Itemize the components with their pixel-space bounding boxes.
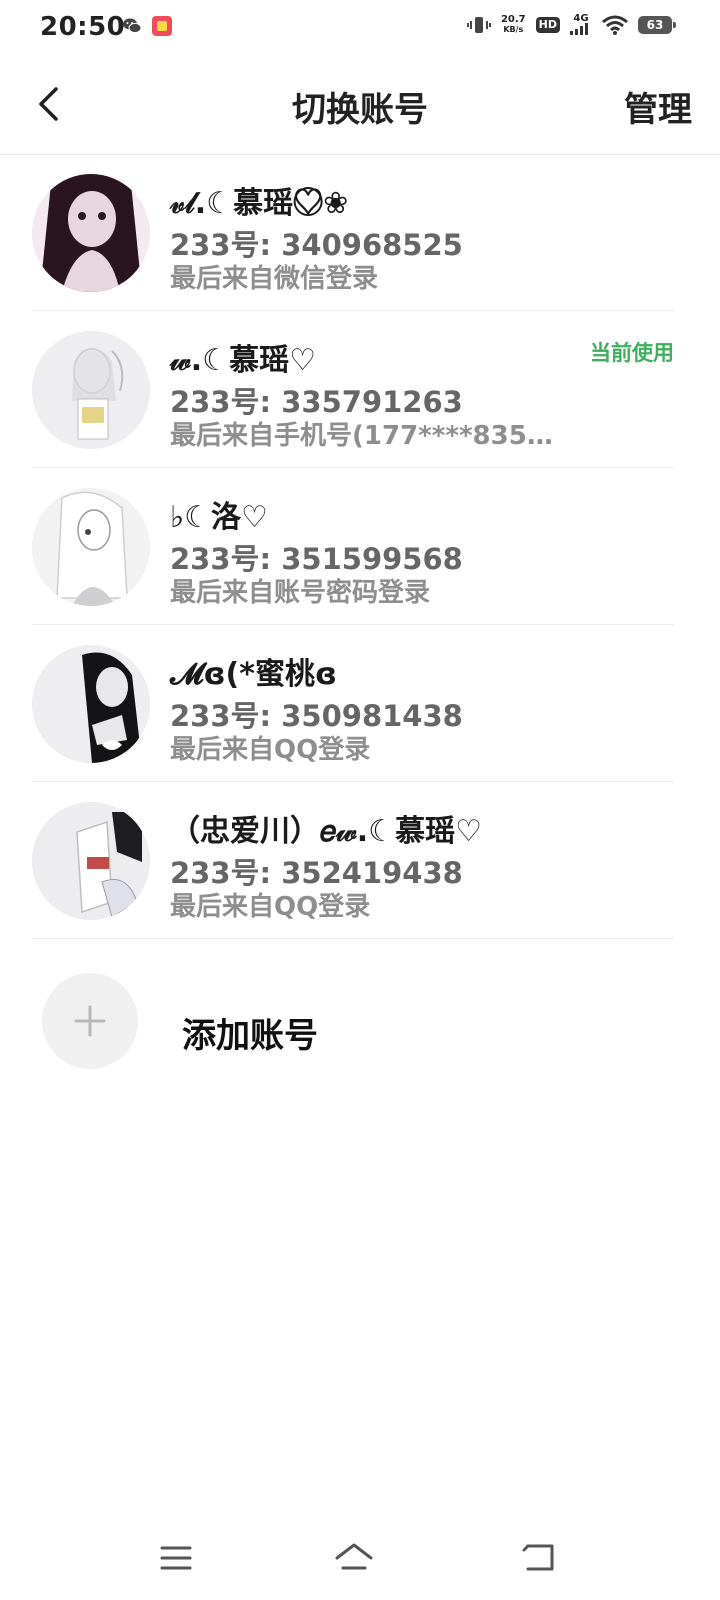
avatar — [32, 174, 150, 292]
manage-button[interactable]: 管理 — [624, 82, 692, 131]
avatar — [32, 488, 150, 606]
account-row[interactable]: （忠爱川）𝑒𝓌.☾慕瑶♡ 233号: 352419438 最后来自QQ登录 — [0, 782, 720, 939]
home-icon — [335, 1543, 373, 1570]
avatar-image — [32, 488, 150, 606]
account-last-login: 最后来自QQ登录 — [170, 892, 371, 922]
app-notification-icon — [152, 16, 172, 36]
page-title: 切换账号 — [292, 90, 428, 130]
account-name: 𝓋𝓁.☾慕瑶♡⃝❀ — [170, 186, 349, 221]
avatar-image — [32, 645, 150, 763]
system-nav-bar — [0, 1520, 720, 1600]
account-name: ♭☾洛♡ — [170, 500, 268, 535]
vibrate-icon — [466, 16, 491, 33]
add-account-label: 添加账号 — [182, 1016, 318, 1056]
divider — [32, 938, 674, 939]
account-name: （忠爱川）𝑒𝓌.☾慕瑶♡ — [170, 814, 482, 849]
current-account-badge: 当前使用 — [590, 341, 674, 365]
cell-signal: 4G — [570, 14, 592, 35]
account-row[interactable]: 𝓌.☾慕瑶♡ 233号: 335791263 最后来自手机号(177****83… — [0, 311, 720, 468]
status-notification-icons — [122, 16, 172, 36]
return-icon — [522, 1544, 554, 1571]
avatar — [32, 331, 150, 449]
network-type: 4G — [573, 13, 589, 24]
account-row[interactable]: 𝓜ɞ(*蜜桃ɞ 233号: 350981438 最后来自QQ登录 — [0, 625, 720, 782]
menu-icon — [160, 1546, 192, 1570]
avatar — [32, 645, 150, 763]
account-list: 𝓋𝓁.☾慕瑶♡⃝❀ 233号: 340968525 最后来自微信登录 𝓌.☾慕瑶… — [0, 154, 720, 939]
status-time: 20:50 — [40, 12, 126, 42]
hd-badge: HD — [535, 16, 560, 33]
plus-icon — [74, 1005, 106, 1037]
net-speed: 20.7 KB/s — [500, 13, 526, 35]
status-right-icons: 20.7 KB/s HD 4G 63 — [466, 13, 676, 35]
avatar-image — [32, 331, 150, 449]
account-last-login: 最后来自QQ登录 — [170, 735, 371, 765]
account-name: 𝓌.☾慕瑶♡ — [170, 343, 316, 378]
add-account-button[interactable]: 添加账号 — [0, 942, 720, 1102]
account-row[interactable]: ♭☾洛♡ 233号: 351599568 最后来自账号密码登录 — [0, 468, 720, 625]
avatar-image — [32, 802, 150, 920]
page-header: 切换账号 管理 — [0, 58, 720, 155]
battery-level: 63 — [646, 17, 664, 32]
wechat-icon — [123, 18, 142, 34]
net-speed-value: 20.7 — [500, 13, 526, 25]
account-last-login: 最后来自微信登录 — [170, 264, 379, 294]
add-account-circle — [42, 973, 138, 1069]
net-speed-unit: KB/s — [503, 24, 524, 34]
status-bar: 20:50 20.7 KB/s HD 4G 63 — [0, 0, 720, 56]
account-name: 𝓜ɞ(*蜜桃ɞ — [170, 657, 337, 692]
account-last-login: 最后来自手机号(177****835… — [170, 421, 553, 451]
avatar — [32, 802, 150, 920]
account-last-login: 最后来自账号密码登录 — [170, 578, 431, 608]
menu-nav-button[interactable] — [154, 1538, 198, 1578]
account-row[interactable]: 𝓋𝓁.☾慕瑶♡⃝❀ 233号: 340968525 最后来自微信登录 — [0, 154, 720, 311]
home-nav-button[interactable] — [332, 1538, 376, 1578]
back-nav-button[interactable] — [518, 1538, 562, 1578]
signal-bars-icon — [570, 23, 588, 35]
avatar-image — [32, 174, 150, 292]
wifi-icon — [602, 15, 628, 35]
battery-indicator: 63 — [638, 15, 676, 34]
